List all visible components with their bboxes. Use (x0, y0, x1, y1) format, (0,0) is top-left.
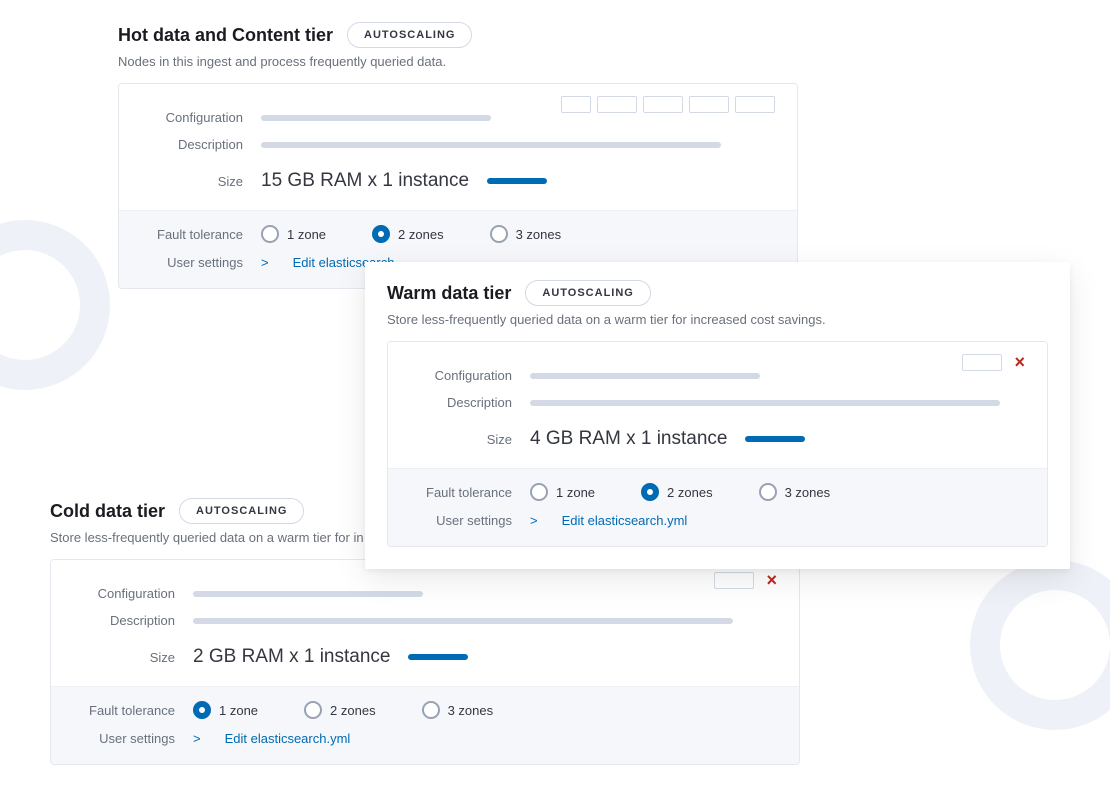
zone-2-radio[interactable]: 2 zones (304, 701, 376, 719)
fault-tolerance-label: Fault tolerance (410, 485, 530, 500)
hot-tier-section: Hot data and Content tier AUTOSCALING No… (118, 22, 798, 289)
close-icon[interactable]: × (1014, 354, 1025, 371)
zone-3-radio[interactable]: 3 zones (422, 701, 494, 719)
description-placeholder (261, 142, 721, 148)
warm-tier-overlay: Warm data tier AUTOSCALING Store less-fr… (365, 262, 1070, 569)
edit-elasticsearch-link[interactable]: Edit elasticsearch.yml (225, 731, 351, 746)
close-icon[interactable]: × (766, 572, 777, 589)
action-box[interactable] (962, 354, 1002, 371)
size-label: Size (410, 432, 530, 447)
zone-1-radio[interactable]: 1 zone (261, 225, 326, 243)
action-box[interactable] (735, 96, 775, 113)
chevron-right-icon: > (193, 731, 201, 746)
configuration-label: Configuration (141, 110, 261, 125)
decorative-circle-left (0, 220, 110, 390)
size-label: Size (73, 650, 193, 665)
zone-2-radio[interactable]: 2 zones (372, 225, 444, 243)
size-slider[interactable] (487, 178, 547, 184)
autoscaling-badge[interactable]: AUTOSCALING (525, 280, 650, 306)
zone-3-radio[interactable]: 3 zones (490, 225, 562, 243)
user-settings-label: User settings (73, 731, 193, 746)
configuration-placeholder (261, 115, 491, 121)
size-label: Size (141, 174, 261, 189)
configuration-label: Configuration (410, 368, 530, 383)
user-settings-label: User settings (141, 255, 261, 270)
description-placeholder (193, 618, 733, 624)
configuration-placeholder (193, 591, 423, 597)
edit-elasticsearch-link[interactable]: Edit elasticsearch.yml (562, 513, 688, 528)
action-box[interactable] (597, 96, 637, 113)
chevron-right-icon: > (530, 513, 538, 528)
warm-size-value: 4 GB RAM x 1 instance (530, 428, 727, 450)
warm-tier-card: × Configuration Description Size 4 GB RA… (387, 341, 1048, 547)
zone-3-radio[interactable]: 3 zones (759, 483, 831, 501)
autoscaling-badge[interactable]: AUTOSCALING (347, 22, 472, 48)
cold-tier-card: × Configuration Description Size 2 GB RA… (50, 559, 800, 765)
chevron-right-icon: > (261, 255, 269, 270)
zone-1-radio[interactable]: 1 zone (193, 701, 258, 719)
user-settings-label: User settings (410, 513, 530, 528)
cold-tier-title: Cold data tier (50, 501, 165, 522)
decorative-circle-right (970, 560, 1110, 730)
hot-action-boxes (561, 96, 775, 113)
fault-tolerance-label: Fault tolerance (141, 227, 261, 242)
size-slider[interactable] (745, 436, 805, 442)
size-slider[interactable] (408, 654, 468, 660)
fault-tolerance-label: Fault tolerance (73, 703, 193, 718)
hot-size-value: 15 GB RAM x 1 instance (261, 170, 469, 192)
warm-tier-desc: Store less-frequently queried data on a … (387, 312, 1048, 327)
description-placeholder (530, 400, 1000, 406)
configuration-label: Configuration (73, 586, 193, 601)
cold-action-boxes: × (714, 572, 777, 589)
description-label: Description (141, 137, 261, 152)
hot-tier-card: Configuration Description Size 15 GB RAM… (118, 83, 798, 289)
action-box[interactable] (643, 96, 683, 113)
description-label: Description (73, 613, 193, 628)
zone-2-radio[interactable]: 2 zones (641, 483, 713, 501)
action-box[interactable] (689, 96, 729, 113)
configuration-placeholder (530, 373, 760, 379)
warm-action-boxes: × (962, 354, 1025, 371)
description-label: Description (410, 395, 530, 410)
hot-tier-title: Hot data and Content tier (118, 25, 333, 46)
zone-1-radio[interactable]: 1 zone (530, 483, 595, 501)
action-box[interactable] (561, 96, 591, 113)
warm-tier-title: Warm data tier (387, 283, 511, 304)
hot-tier-desc: Nodes in this ingest and process frequen… (118, 54, 798, 69)
autoscaling-badge[interactable]: AUTOSCALING (179, 498, 304, 524)
action-box[interactable] (714, 572, 754, 589)
cold-size-value: 2 GB RAM x 1 instance (193, 646, 390, 668)
